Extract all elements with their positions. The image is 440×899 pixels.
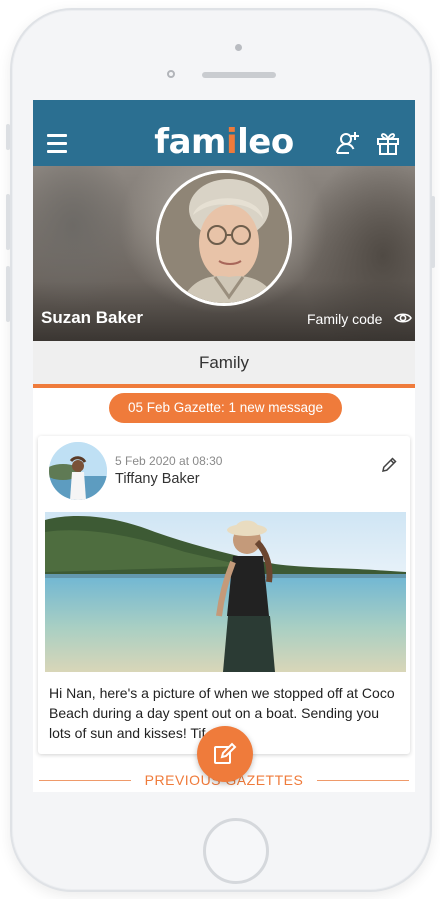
author-avatar[interactable] <box>49 442 107 500</box>
post-date: 5 Feb 2020 at 08:30 <box>115 454 223 468</box>
profile-cover: Suzan Baker Family code <box>33 166 415 341</box>
power-button <box>431 196 435 268</box>
front-camera <box>235 44 242 51</box>
home-button[interactable] <box>203 818 269 884</box>
tab-family-label: Family <box>198 353 250 372</box>
add-user-icon[interactable] <box>335 130 361 156</box>
eye-icon[interactable] <box>394 310 412 326</box>
app-screen: famileo Suzan Baker Family code Family 0… <box>33 100 415 792</box>
profile-avatar[interactable] <box>156 170 292 306</box>
profile-name: Suzan Baker <box>41 308 144 327</box>
gift-icon[interactable] <box>376 130 400 156</box>
mute-switch <box>6 124 10 150</box>
family-code-link[interactable]: Family code <box>307 311 382 327</box>
compose-button[interactable] <box>197 726 253 782</box>
volume-up-button <box>6 194 10 250</box>
volume-down-button <box>6 266 10 322</box>
gazette-badge[interactable]: 05 Feb Gazette: 1 new message <box>109 393 342 423</box>
post-card: 5 Feb 2020 at 08:30 Tiffany Baker Hi Nan… <box>38 436 410 754</box>
top-bar: famileo <box>33 100 415 166</box>
post-author: Tiffany Baker <box>115 471 200 487</box>
compose-icon <box>214 742 237 764</box>
tab-family[interactable]: Family <box>33 341 415 385</box>
tab-indicator <box>33 384 415 388</box>
pencil-icon[interactable] <box>380 456 398 474</box>
post-photo[interactable] <box>45 512 406 672</box>
proximity-sensor <box>167 70 175 78</box>
earpiece-speaker <box>202 72 276 78</box>
